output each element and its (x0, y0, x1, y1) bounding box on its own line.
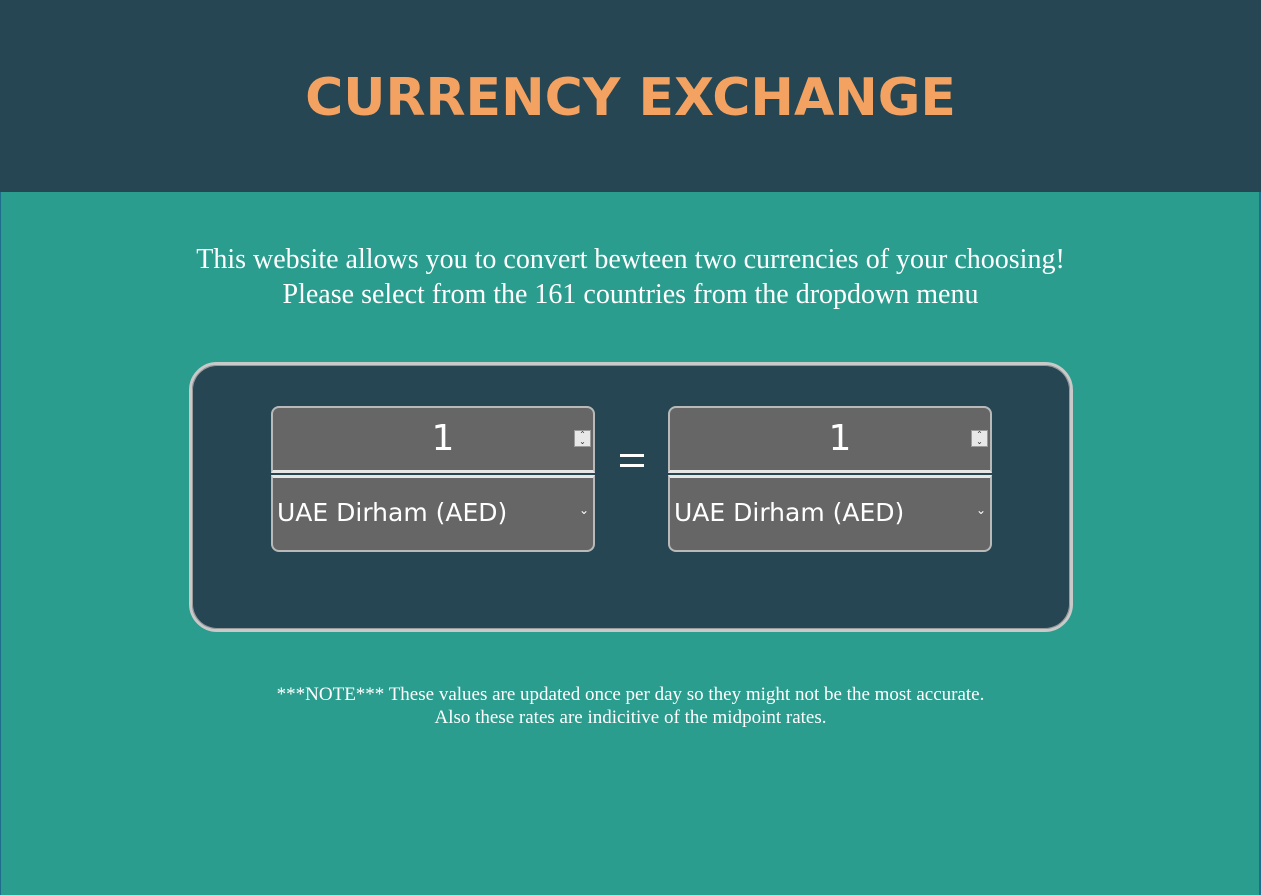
intro-line-2: Please select from the 161 countries fro… (282, 279, 979, 310)
page-title: CURRENCY EXCHANGE (305, 68, 956, 128)
chevron-down-icon: ⌄ (578, 503, 589, 517)
page-header: CURRENCY EXCHANGE (0, 0, 1261, 192)
equals-sign (620, 454, 644, 474)
to-currency-group: ⌃⌄ UAE Dirham (AED) ⌄ (668, 406, 992, 552)
chevron-down-icon: ⌄ (975, 503, 986, 517)
note-line-2: Also these rates are indicitive of the m… (434, 707, 827, 728)
from-currency-group: ⌃⌄ UAE Dirham (AED) ⌄ (271, 406, 595, 552)
from-currency-value: UAE Dirham (AED) (277, 498, 508, 527)
rate-note: ***NOTE*** These values are updated once… (0, 683, 1261, 729)
from-amount-box: ⌃⌄ (271, 406, 595, 473)
intro-text: This website allows you to convert bewte… (0, 242, 1261, 312)
spinner-icon[interactable]: ⌃ ⌄ (574, 430, 591, 447)
from-currency-select[interactable]: UAE Dirham (AED) ⌄ (271, 475, 595, 552)
to-amount-box: ⌃⌄ (668, 406, 992, 473)
converter-panel: ⌃⌄ UAE Dirham (AED) ⌄ ⌃⌄ UAE Dirham (AED… (189, 362, 1073, 632)
note-line-1: ***NOTE*** These values are updated once… (276, 684, 985, 705)
spinner-icon[interactable]: ⌃ ⌄ (971, 430, 988, 447)
to-currency-value: UAE Dirham (AED) (674, 498, 905, 527)
to-amount-input[interactable] (670, 408, 990, 470)
to-currency-select[interactable]: UAE Dirham (AED) ⌄ (668, 475, 992, 552)
intro-line-1: This website allows you to convert bewte… (196, 244, 1065, 275)
from-amount-input[interactable] (273, 408, 593, 470)
